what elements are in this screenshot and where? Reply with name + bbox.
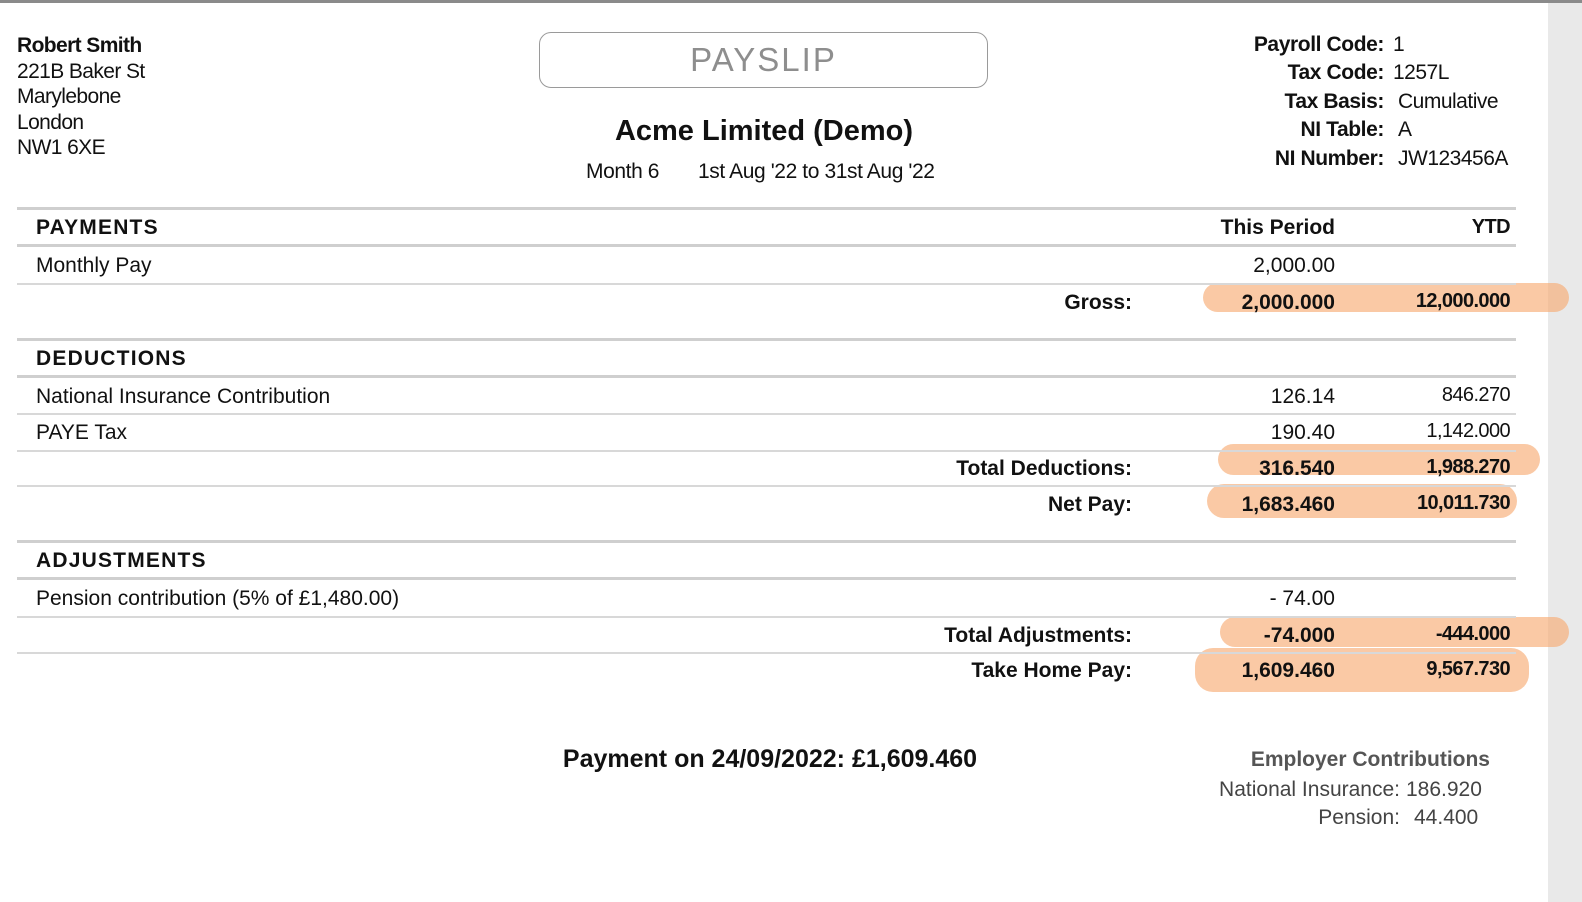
deductions-heading: DEDUCTIONS: [36, 347, 187, 370]
info-label: Tax Code:: [1287, 61, 1385, 84]
adjustment-row-label: Pension contribution (5% of £1,480.00): [36, 587, 400, 610]
gross-label: Gross:: [1064, 291, 1132, 314]
info-value: A: [1398, 118, 1412, 141]
take-home-ytd: 9,567.730: [1426, 658, 1510, 680]
employee-address: Robert Smith 221B Baker St Marylebone Lo…: [17, 33, 145, 161]
payment-row-this: 2,000.00: [1253, 254, 1335, 277]
payment-summary: Payment on 24/09/2022: £1,609.460: [562, 745, 978, 773]
net-pay-ytd: 10,011.730: [1417, 492, 1511, 514]
info-label: NI Number:: [1274, 147, 1385, 170]
deduction-row-label: National Insurance Contribution: [36, 385, 331, 408]
deduction-row-this: 190.40: [1270, 421, 1335, 444]
employee-name: Robert Smith: [17, 34, 142, 57]
period-range: 1st Aug '22 to 31st Aug '22: [698, 160, 935, 183]
payment-row-label: Monthly Pay: [36, 254, 152, 277]
employer-item-label: National Insurance:: [1219, 778, 1400, 801]
info-label: Tax Basis:: [1284, 90, 1385, 113]
gross-ytd: 12,000.000: [1415, 290, 1511, 312]
period-month: Month 6: [586, 160, 660, 183]
total-deductions-ytd: 1,988.270: [1426, 456, 1510, 478]
payslip-title: PAYSLIP: [539, 32, 988, 88]
take-home-label: Take Home Pay:: [971, 659, 1132, 682]
total-deductions-label: Total Deductions:: [956, 457, 1132, 480]
deduction-row-this: 126.14: [1270, 385, 1335, 408]
info-value: Cumulative: [1398, 90, 1499, 113]
net-pay-this: 1,683.460: [1241, 493, 1335, 516]
divider: [17, 616, 1516, 618]
divider: [17, 375, 1516, 378]
take-home-this: 1,609.460: [1241, 659, 1335, 682]
deduction-row-label: PAYE Tax: [36, 421, 128, 444]
employer-item-label: Pension:: [1318, 806, 1400, 829]
info-value: 1257L: [1393, 61, 1449, 84]
divider: [17, 283, 1516, 285]
divider: [17, 450, 1516, 452]
divider: [17, 652, 1516, 654]
window-top-border: [0, 0, 1582, 3]
address-line: NW1 6XE: [17, 136, 106, 159]
info-label: Payroll Code:: [1253, 33, 1385, 56]
address-line: 221B Baker St: [17, 59, 145, 83]
adjustment-row-this: - 74.00: [1269, 587, 1335, 610]
divider: [17, 207, 1516, 210]
company-name: Acme Limited (Demo): [614, 115, 914, 147]
divider: [17, 413, 1516, 415]
employer-item-value: 44.400: [1414, 806, 1479, 829]
total-adjustments-label: Total Adjustments:: [944, 624, 1132, 647]
deduction-row-ytd: 846.270: [1441, 384, 1511, 406]
address-line: London: [17, 110, 84, 134]
deduction-row-ytd: 1,142.000: [1426, 420, 1510, 442]
divider: [17, 485, 1516, 487]
total-adjustments-ytd: -444.000: [1435, 623, 1511, 645]
info-value: 1: [1393, 33, 1405, 56]
col-ytd: YTD: [1471, 216, 1511, 238]
payments-heading: PAYMENTS: [36, 216, 159, 239]
adjustments-heading: ADJUSTMENTS: [36, 549, 207, 572]
total-adjustments-this: -74.000: [1263, 624, 1335, 647]
scrollbar-gutter[interactable]: [1548, 3, 1582, 902]
info-value: JW123456A: [1398, 147, 1508, 170]
divider: [17, 338, 1516, 341]
divider: [17, 577, 1516, 580]
info-label: NI Table:: [1300, 118, 1384, 141]
col-this-period: This Period: [1220, 216, 1335, 239]
divider: [17, 540, 1516, 543]
employer-contributions-heading: Employer Contributions: [1250, 748, 1490, 771]
total-deductions-this: 316.540: [1259, 457, 1335, 480]
net-pay-label: Net Pay:: [1047, 493, 1132, 516]
address-line: Marylebone: [17, 85, 121, 108]
employer-item-value: 186.920: [1406, 778, 1482, 801]
gross-this: 2,000.000: [1241, 291, 1335, 314]
divider: [17, 244, 1516, 247]
